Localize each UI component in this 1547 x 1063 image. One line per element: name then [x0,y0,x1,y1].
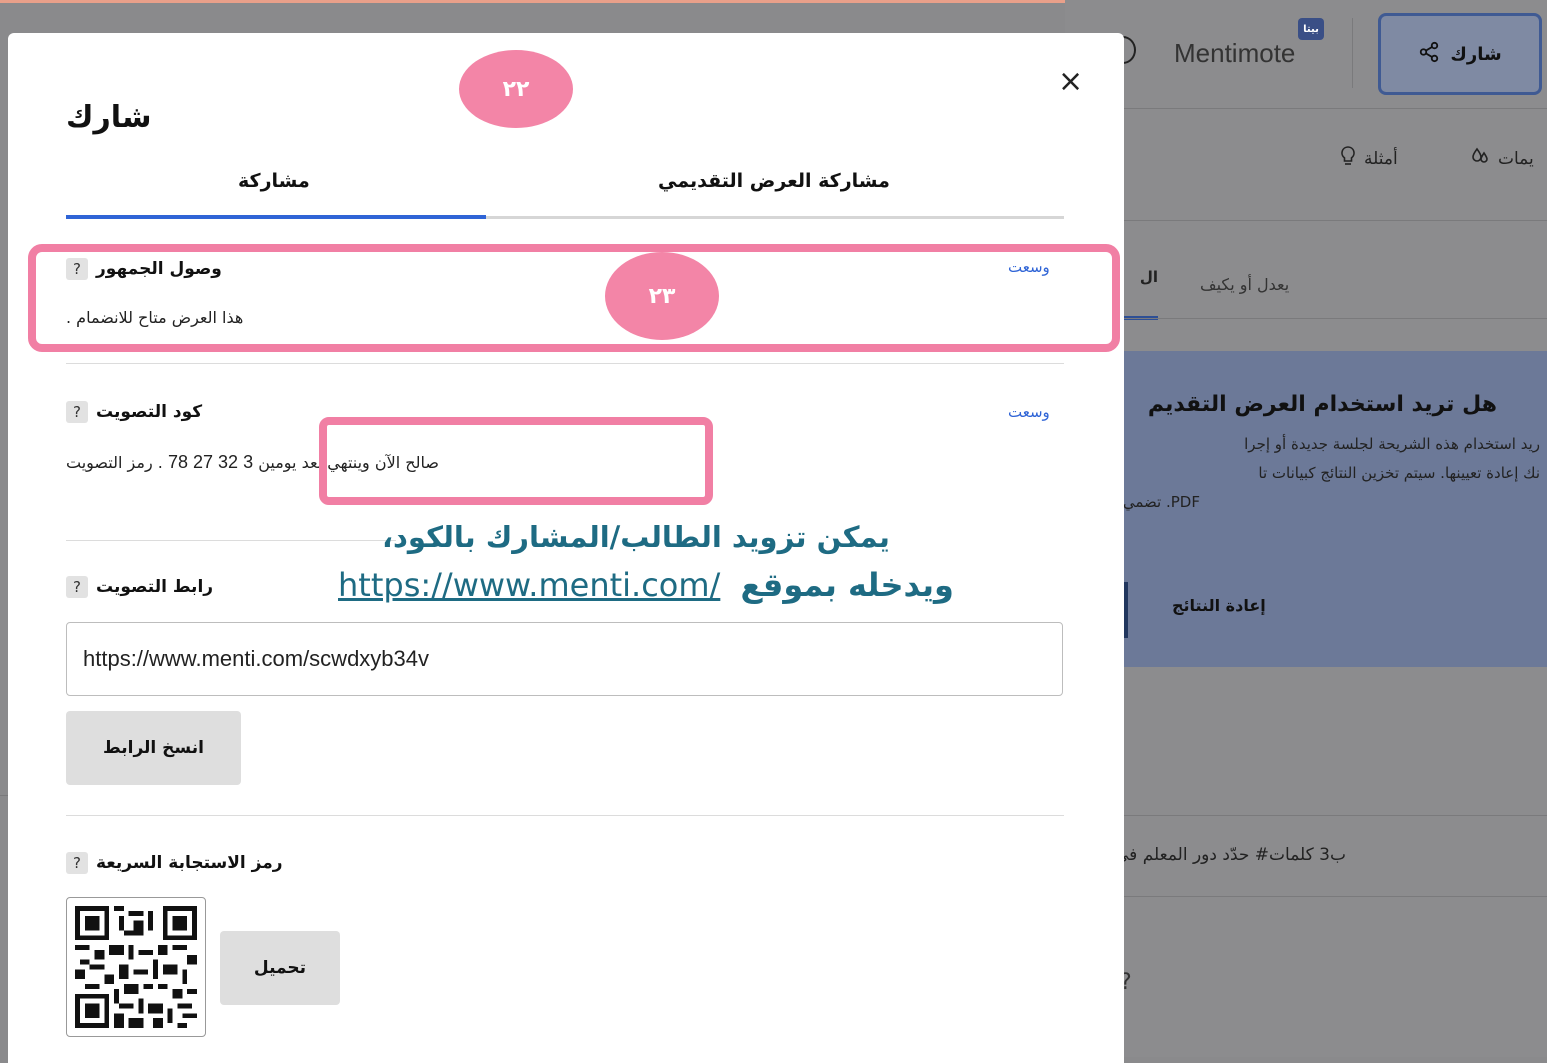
voting-code-title: كود التصويت [96,402,203,422]
share-icon [1418,41,1440,68]
tab-active-indicator [66,215,486,219]
voting-code-edit-link[interactable]: وسعت [1008,403,1050,421]
card-line: نك إعادة تعيينها. سيتم تخزين النتائج كبي… [1258,464,1540,482]
download-qr-button[interactable]: تحميل [220,931,340,1005]
annotation-note-word: ويدخله بموقع [740,566,954,604]
section-divider [66,815,1064,816]
card-line: ريد استخدام هذه الشريحة لجلسة جديدة أو إ… [1244,435,1540,453]
drops-icon [1470,146,1490,171]
voting-link-input[interactable] [66,622,1063,696]
templates-button[interactable]: يمات [1470,146,1534,171]
annotation-bubble-23: ٢٣ [605,252,719,340]
voting-code-prefix-label: . رمز التصويت [66,453,163,472]
tab-share[interactable]: مشاركة [238,170,310,192]
beta-badge: بيتا [1298,18,1324,40]
close-icon[interactable]: × [1058,64,1083,99]
bg-tabs-divider [1065,318,1547,319]
voting-code-label: كود التصويت ? [66,401,202,423]
qr-code-title: رمز الاستجابة السريعة [96,853,283,873]
help-icon[interactable]: ? [66,576,88,598]
reset-results-button[interactable]: إعادة النتائج [1172,596,1266,615]
examples-label: أمثلة [1364,148,1398,169]
card-title: هل تريد استخدام العرض التقديم [1147,392,1497,417]
voting-link-title: رابط التصويت [96,577,214,597]
copy-link-button[interactable]: انسخ الرابط [66,711,241,785]
card-line: PDF. تضمي [1122,493,1200,511]
annotation-bubble-22: ٢٢ [459,50,573,128]
tab-active-bg[interactable]: ال [1120,268,1158,320]
bg-divider [1065,220,1547,221]
tab-adapt[interactable]: يعدل أو يكيف [1200,275,1289,294]
share-button[interactable]: شارك [1378,13,1542,95]
card-description: ريد استخدام هذه الشريحة لجلسة جديدة أو إ… [1120,430,1540,517]
qr-code-label: رمز الاستجابة السريعة ? [66,852,283,874]
tab-share-presentation[interactable]: مشاركة العرض التقديمي [658,170,890,192]
mentimote-link[interactable]: Mentimote [1174,38,1295,69]
annotation-note-line2: https://www.menti.com/ ويدخله بموقع [338,566,954,604]
templates-label: يمات [1498,148,1534,169]
modal-title: شارك [66,100,152,135]
voting-code-value: 3 32 27 78 [167,452,254,472]
lightbulb-icon [1340,146,1356,171]
annotation-highlight-code [319,417,713,505]
voting-link-label: رابط التصويت ? [66,576,213,598]
slide-list-text: ب3 كلمات# حدّد دور المعلم في [1115,845,1347,865]
qr-code-image [66,897,206,1037]
share-button-label: شارك [1450,43,1502,65]
header-divider [1352,18,1353,88]
menti-url-link[interactable]: https://www.menti.com/ [338,566,720,604]
annotation-note-line1: يمكن تزويد الطالب/المشارك بالكود، [382,520,890,554]
help-icon[interactable]: ? [66,852,88,874]
annotation-highlight-audience [28,244,1120,352]
section-divider [66,540,396,541]
section-divider [66,363,1064,364]
examples-button[interactable]: أمثلة [1340,146,1398,171]
header-divider-line [1065,108,1547,109]
help-icon[interactable]: ? [66,401,88,423]
